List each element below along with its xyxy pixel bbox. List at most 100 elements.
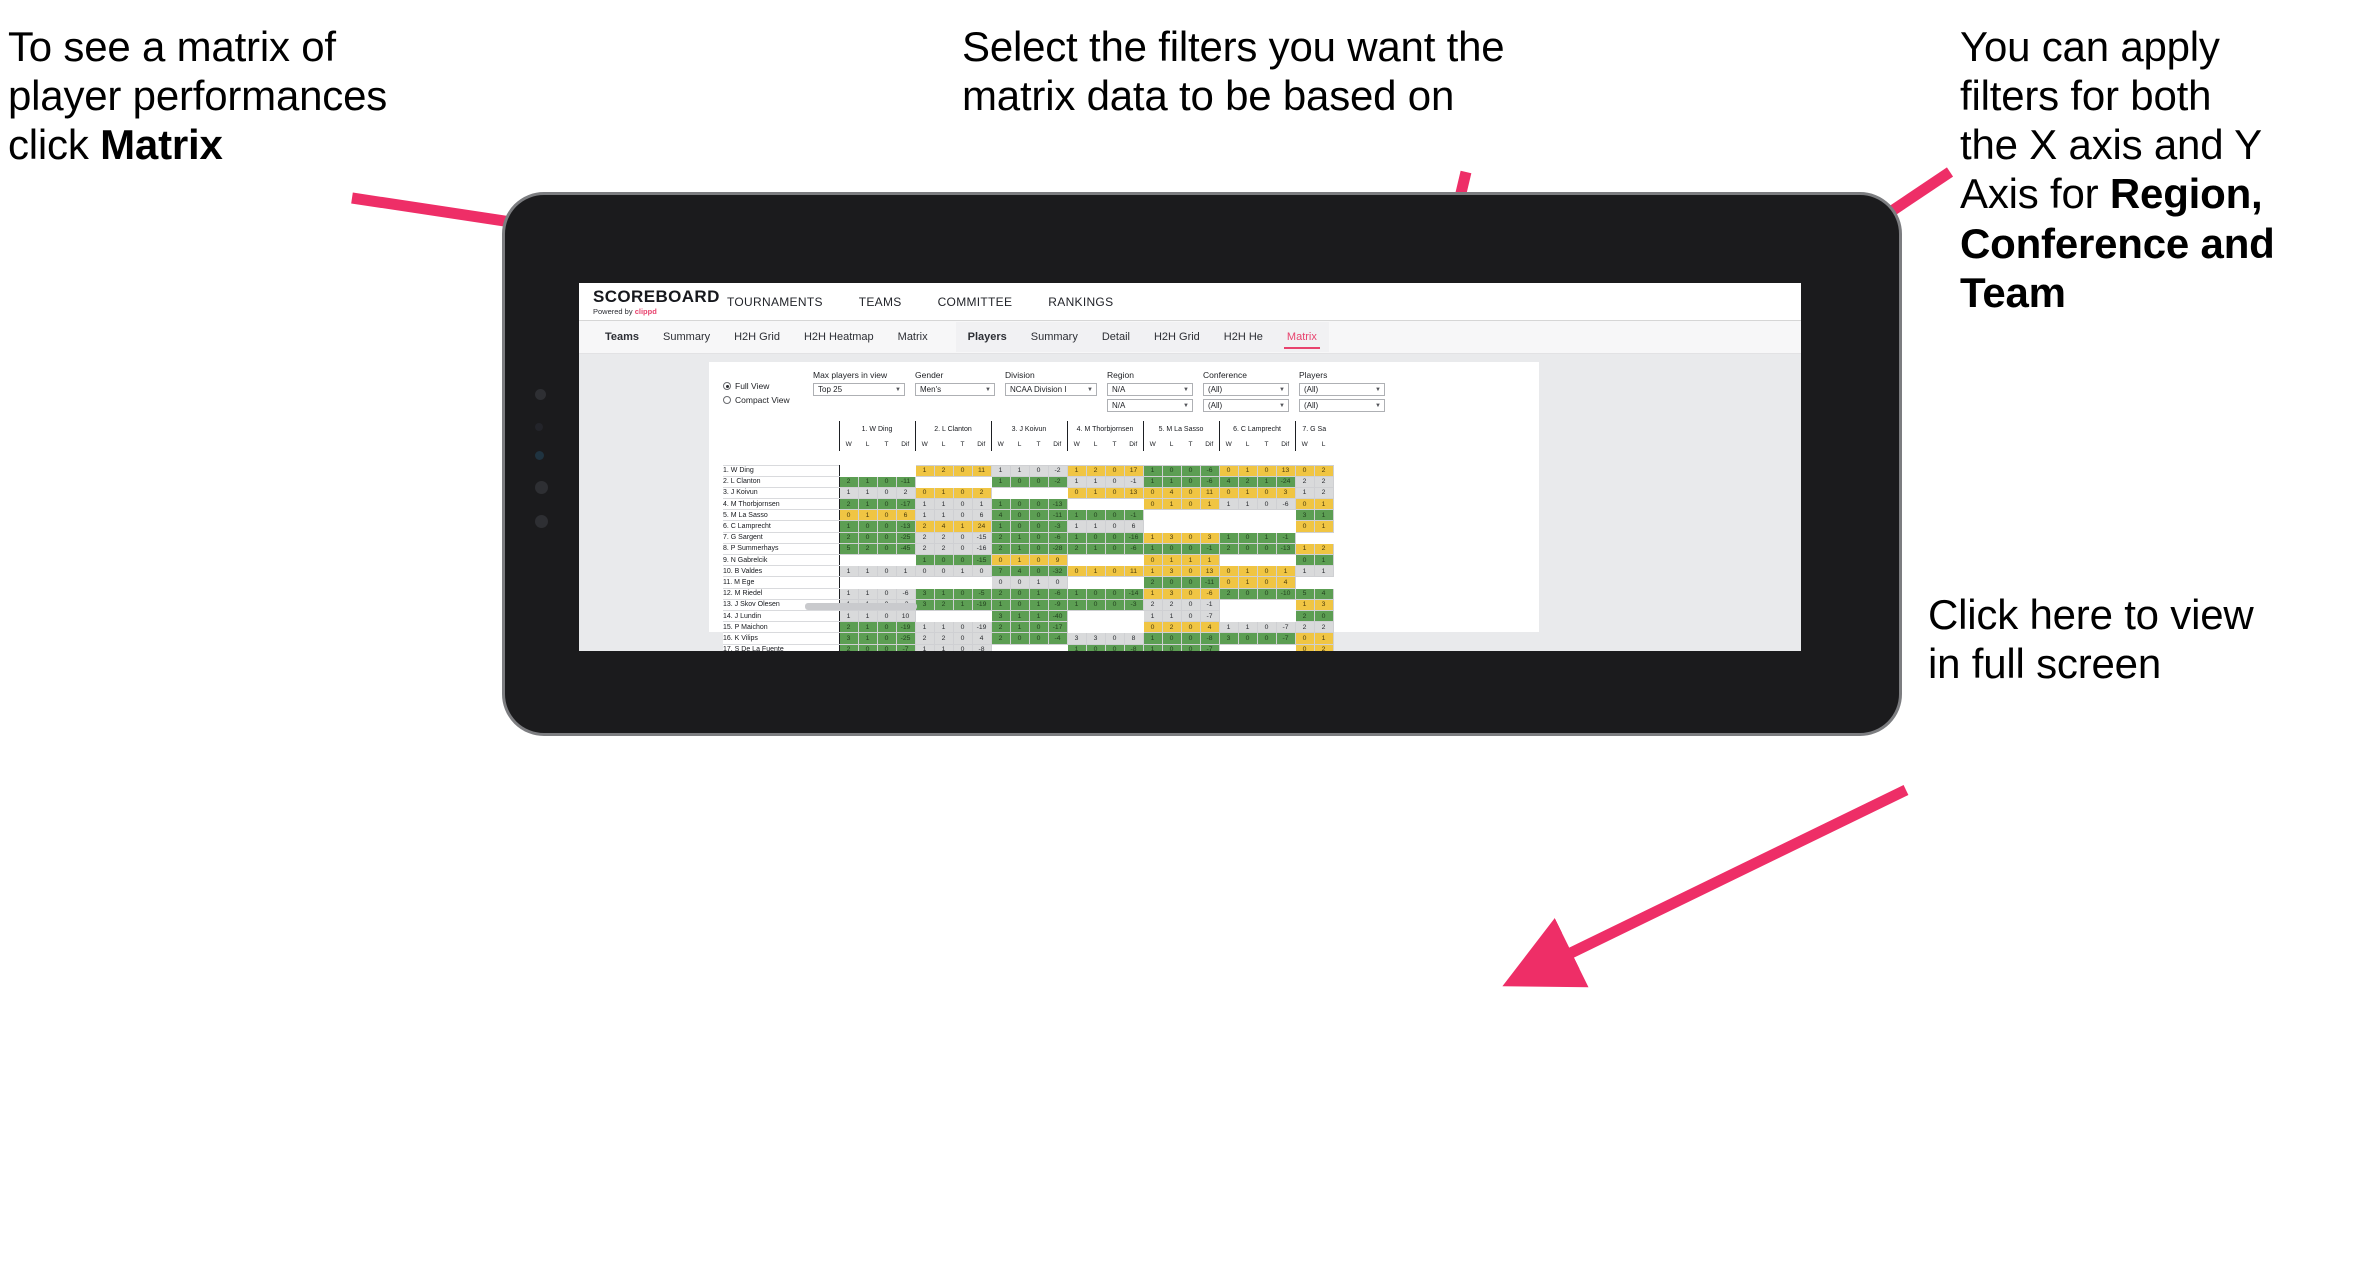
matrix-cell[interactable]: -7 xyxy=(1275,621,1296,634)
matrix-cell[interactable]: 1 xyxy=(990,498,1011,511)
matrix-row[interactable]: 2. L Clanton 2 1 0 -11 1 0 0 -2 1 1 0 -1 1 1 0 -6 4 2 1 -24 2… xyxy=(723,475,1334,488)
matrix-cell[interactable]: -1 xyxy=(1199,542,1220,556)
matrix-cell[interactable]: 0 xyxy=(857,531,878,544)
matrix-cell[interactable] xyxy=(1104,576,1125,589)
matrix-row[interactable]: 14. J Lundin 1 1 0 10 3 1 1 -40 1 1 0 -7 2 0 xyxy=(723,609,1334,623)
matrix-row-label[interactable]: 15. P Maichon xyxy=(723,621,840,634)
matrix-cell[interactable]: 3 xyxy=(1294,509,1315,522)
matrix-row[interactable]: 9. N Gabrelcik 1 0 0 -15 0 1 0 9 0 1 1 1 0 1 xyxy=(723,553,1334,567)
matrix-cell[interactable]: 1 xyxy=(1256,531,1277,544)
matrix-cell[interactable]: 2 xyxy=(838,621,859,634)
matrix-cell[interactable]: 3 xyxy=(1161,565,1182,578)
matrix-cell[interactable]: 0 xyxy=(990,553,1011,567)
matrix-cell[interactable]: 0 xyxy=(857,520,878,533)
matrix-cell[interactable]: 0 xyxy=(1237,542,1258,556)
matrix-cell[interactable] xyxy=(838,553,859,567)
matrix-cell[interactable]: 0 xyxy=(1028,621,1049,634)
matrix-cell[interactable]: 0 xyxy=(876,621,897,634)
matrix-cell[interactable] xyxy=(857,553,878,567)
matrix-cell[interactable]: 0 xyxy=(914,486,935,500)
matrix-cell[interactable]: 1 xyxy=(1256,475,1277,488)
matrix-cell[interactable]: 1 xyxy=(1142,565,1163,578)
matrix-cell[interactable]: 1 xyxy=(1180,553,1201,567)
matrix-cell[interactable] xyxy=(971,576,992,589)
matrix-row-label[interactable]: 7. G Sargent xyxy=(723,531,840,544)
matrix-cell[interactable]: 0 xyxy=(952,632,973,645)
matrix-cell[interactable]: 1 xyxy=(933,498,954,511)
matrix-cell[interactable]: -17 xyxy=(1047,621,1068,634)
matrix-cell[interactable]: 0 xyxy=(876,531,897,544)
matrix-cell[interactable] xyxy=(1294,576,1315,589)
matrix-cell[interactable]: -7 xyxy=(1199,643,1220,651)
matrix-cell[interactable]: 2 xyxy=(838,531,859,544)
matrix-row-label[interactable]: 9. N Gabrelcik xyxy=(723,553,840,567)
matrix-cell[interactable]: 0 xyxy=(1294,553,1315,567)
matrix-cell[interactable] xyxy=(1218,520,1239,533)
matrix-cell[interactable]: 2 xyxy=(1142,576,1163,589)
matrix-cell[interactable]: -45 xyxy=(895,542,916,556)
matrix-cell[interactable]: 0 xyxy=(1256,542,1277,556)
matrix-cell[interactable]: 1 xyxy=(1218,531,1239,544)
matrix-row[interactable]: 3. J Koivun 1 1 0 2 0 1 0 2 0 1 0 13 0 4 0 11 0 1 0 3 1 2 xyxy=(723,486,1334,500)
nav-tournaments[interactable]: TOURNAMENTS xyxy=(709,284,841,320)
matrix-cell[interactable]: 1 xyxy=(1313,565,1334,578)
matrix-cell[interactable]: 0 xyxy=(1294,498,1315,511)
matrix-cell[interactable]: 0 xyxy=(1047,576,1068,589)
matrix-cell[interactable] xyxy=(1123,609,1144,623)
matrix-cell[interactable]: 0 xyxy=(1028,531,1049,544)
matrix-cell[interactable]: 0 xyxy=(1180,598,1201,611)
matrix-cell[interactable] xyxy=(1199,520,1220,533)
matrix-cell[interactable]: 0 xyxy=(1085,509,1106,522)
nav-teams[interactable]: TEAMS xyxy=(841,284,920,320)
matrix-cell[interactable]: 0 xyxy=(1161,643,1182,651)
matrix-cell[interactable]: 0 xyxy=(952,643,973,651)
matrix-cell[interactable]: 13 xyxy=(1275,464,1296,477)
matrix-cell[interactable]: 2 xyxy=(914,531,935,544)
matrix-cell[interactable]: 0 xyxy=(1028,542,1049,556)
matrix-cell[interactable]: 0 xyxy=(876,498,897,511)
matrix-row[interactable]: 5. M La Sasso 0 1 0 6 1 1 0 6 4 0 0 -11 1 0 0 -1 3 1 xyxy=(723,509,1334,522)
matrix-cell[interactable]: 0 xyxy=(1028,509,1049,522)
matrix-cell[interactable]: 1 xyxy=(1237,486,1258,500)
matrix-cell[interactable]: -6 xyxy=(1047,587,1068,600)
matrix-cell[interactable]: 0 xyxy=(1180,609,1201,623)
matrix-cell[interactable]: 1 xyxy=(857,498,878,511)
matrix-cell[interactable]: 2 xyxy=(1313,475,1334,488)
matrix-column-header[interactable]: 5. M La Sasso xyxy=(1142,421,1219,437)
matrix-cell[interactable]: 0 xyxy=(1009,598,1030,611)
matrix-column-header[interactable]: 1. W Ding xyxy=(838,421,915,437)
matrix-cell[interactable]: 9 xyxy=(1047,553,1068,567)
matrix-cell[interactable]: 1 xyxy=(857,486,878,500)
matrix-cell[interactable]: 3 xyxy=(1275,486,1296,500)
matrix-cell[interactable]: 0 xyxy=(1218,576,1239,589)
matrix-cell[interactable]: 0 xyxy=(1180,587,1201,600)
matrix-cell[interactable] xyxy=(1237,643,1258,651)
matrix-cell[interactable]: 2 xyxy=(1066,542,1087,556)
matrix-cell[interactable]: 1 xyxy=(1009,553,1030,567)
matrix-cell[interactable] xyxy=(876,553,897,567)
matrix-cell[interactable]: 0 xyxy=(1218,486,1239,500)
matrix-cell[interactable]: 1 xyxy=(914,498,935,511)
matrix-cell[interactable]: 3 xyxy=(1161,587,1182,600)
matrix-cell[interactable]: 0 xyxy=(1294,464,1315,477)
horizontal-scrollbar[interactable] xyxy=(805,603,917,610)
matrix-cell[interactable]: 0 xyxy=(1104,486,1125,500)
matrix-cell[interactable]: 1 xyxy=(1142,609,1163,623)
matrix-cell[interactable]: 1 xyxy=(857,632,878,645)
matrix-cell[interactable]: 1 xyxy=(1066,464,1087,477)
matrix-row-label[interactable]: 16. K Vilips xyxy=(723,632,840,645)
matrix-cell[interactable]: 0 xyxy=(1028,565,1049,578)
matrix-cell[interactable]: 2 xyxy=(1294,609,1315,623)
matrix-cell[interactable]: 1 xyxy=(1028,587,1049,600)
matrix-cell[interactable]: 1 xyxy=(1066,509,1087,522)
matrix-cell[interactable]: -19 xyxy=(971,598,992,611)
matrix-cell[interactable]: -11 xyxy=(1199,576,1220,589)
matrix-cell[interactable]: -17 xyxy=(895,498,916,511)
select-max-players[interactable]: Top 25 ▼ xyxy=(813,383,905,396)
matrix-cell[interactable] xyxy=(1009,643,1030,651)
matrix-cell[interactable] xyxy=(838,576,859,589)
matrix-cell[interactable]: 0 xyxy=(1104,475,1125,488)
matrix-row-label[interactable]: 11. M Ege xyxy=(723,576,840,589)
nav-rankings[interactable]: RANKINGS xyxy=(1030,284,1131,320)
matrix-cell[interactable]: 2 xyxy=(971,486,992,500)
